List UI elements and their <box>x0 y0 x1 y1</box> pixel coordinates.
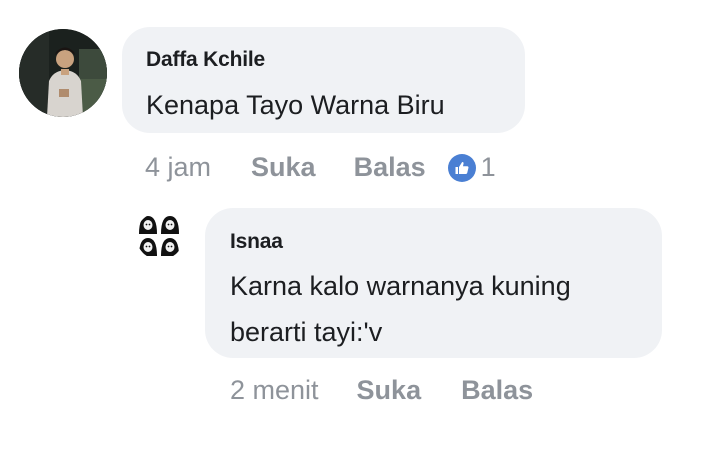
reply-text-line: Karna kalo warnanya kuning <box>230 271 571 301</box>
reply-text: Karna kalo warnanya kuning berarti tayi:… <box>230 263 650 355</box>
reply-author[interactable]: Isnaa <box>230 230 283 254</box>
comment-bubble: Daffa Kchile Kenapa Tayo Warna Biru <box>122 27 525 133</box>
comment-actions: 4 jam Suka Balas 1 <box>145 152 496 183</box>
comment-author[interactable]: Daffa Kchile <box>146 48 265 72</box>
profile-photo <box>19 29 107 117</box>
reply-button[interactable]: Balas <box>461 375 533 406</box>
reply-button[interactable]: Balas <box>354 152 426 183</box>
comment-text: Kenapa Tayo Warna Biru <box>146 90 445 120</box>
like-button[interactable]: Suka <box>357 375 422 406</box>
comment-thread: Daffa Kchile Kenapa Tayo Warna Biru 4 ja… <box>0 0 718 466</box>
reaction-count[interactable]: 1 <box>481 152 496 183</box>
profile-photo <box>136 212 184 260</box>
reply-avatar[interactable] <box>136 212 184 260</box>
thumbs-up-icon[interactable] <box>447 153 476 182</box>
reply-text-line: berarti tayi:'v <box>230 317 383 347</box>
like-button[interactable]: Suka <box>251 152 316 183</box>
reply-bubble: Isnaa Karna kalo warnanya kuning berarti… <box>205 208 662 358</box>
reply-actions: 2 menit Suka Balas <box>230 375 533 406</box>
reply-timestamp[interactable]: 2 menit <box>230 375 319 406</box>
avatar[interactable] <box>19 29 107 117</box>
comment-timestamp[interactable]: 4 jam <box>145 152 211 183</box>
